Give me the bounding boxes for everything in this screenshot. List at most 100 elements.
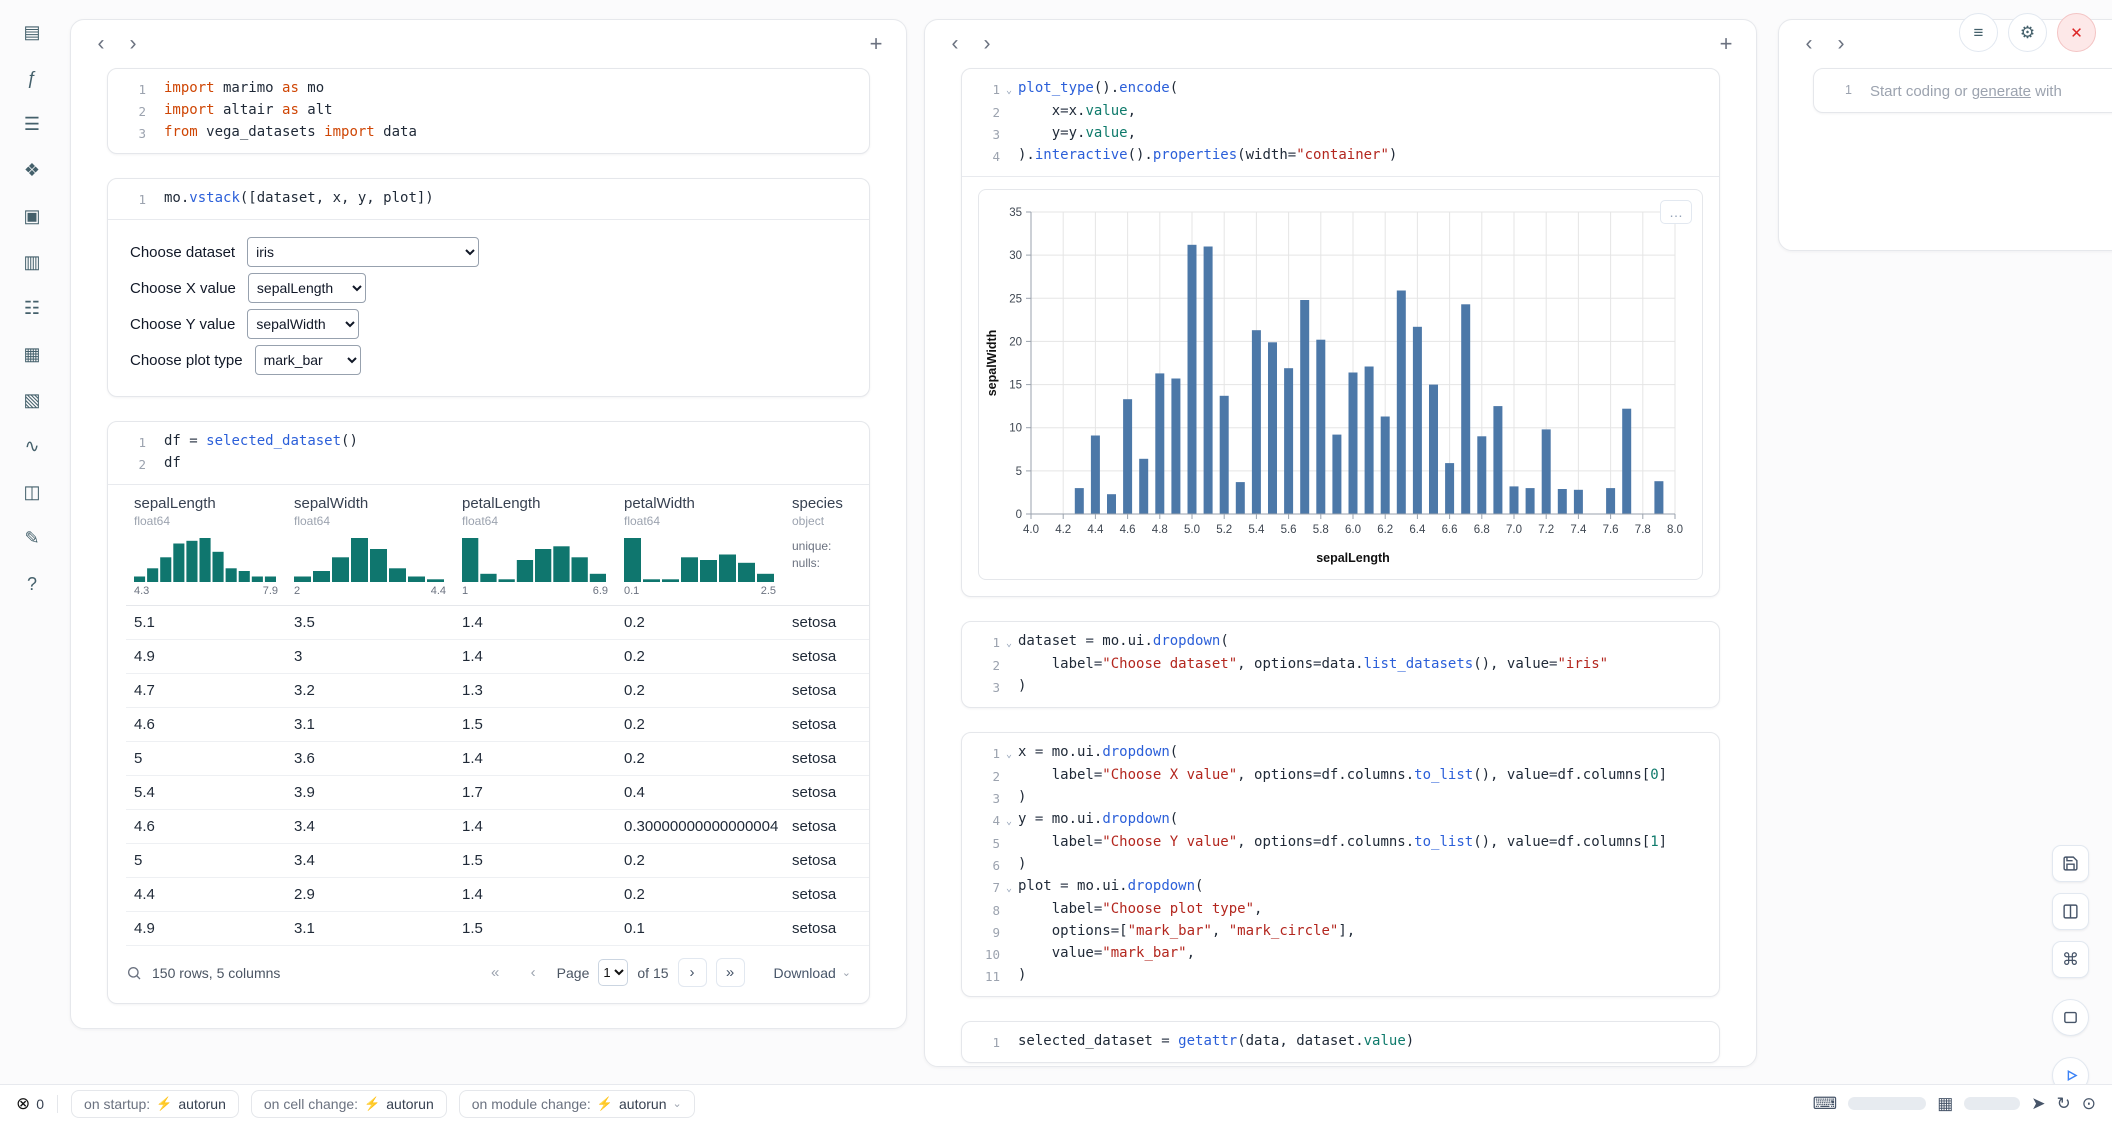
table-row[interactable]: 4.93.11.50.1setosa — [126, 912, 869, 946]
code-editor[interactable]: 1⌄dataset = mo.ui.dropdown(2 label="Choo… — [962, 622, 1719, 707]
help-icon[interactable]: ? — [16, 568, 48, 600]
column-next-button[interactable]: › — [1827, 30, 1855, 58]
table-cell: 5.4 — [126, 784, 286, 801]
column-next-button[interactable]: › — [119, 30, 147, 58]
command-icon: ⌘ — [2062, 950, 2079, 970]
chart-options-button[interactable]: … — [1660, 200, 1692, 224]
svg-text:4.6: 4.6 — [1120, 524, 1136, 536]
column-prev-button[interactable]: ‹ — [941, 30, 969, 58]
column-histogram[interactable] — [134, 538, 278, 582]
scratchpad-icon[interactable]: ✎ — [16, 522, 48, 554]
column-header-petalLength[interactable]: petalLengthfloat6416.9 — [454, 495, 616, 597]
table-row[interactable]: 4.931.40.2setosa — [126, 640, 869, 674]
download-button[interactable]: Download ⌄ — [774, 965, 851, 981]
column-next-button[interactable]: › — [973, 30, 1001, 58]
column-dtype: object — [792, 514, 869, 528]
tracing-icon[interactable]: ∿ — [16, 430, 48, 462]
last-page-button[interactable]: » — [716, 958, 745, 987]
dependency-graph-icon[interactable]: ❖ — [16, 154, 48, 186]
svg-text:35: 35 — [1009, 207, 1022, 219]
code-editor[interactable]: 1mo.vstack([dataset, x, y, plot]) — [108, 179, 869, 219]
svg-text:4.0: 4.0 — [1023, 524, 1039, 536]
packages-icon[interactable]: ▣ — [16, 200, 48, 232]
code-editor[interactable]: 1⌄x = mo.ui.dropdown(2 label="Choose X v… — [962, 733, 1719, 996]
memory-icon[interactable]: ▦ — [1937, 1094, 1953, 1114]
code-editor[interactable]: 1selected_dataset = getattr(data, datase… — [962, 1022, 1719, 1062]
add-cell-button[interactable]: + — [862, 30, 890, 58]
table-row[interactable]: 53.41.50.2setosa — [126, 844, 869, 878]
bar-chart[interactable]: 4.04.24.44.64.85.05.25.45.65.86.06.26.46… — [983, 198, 1698, 575]
variables-icon[interactable]: ƒ — [16, 62, 48, 94]
runtime-config-chip[interactable]: on startup:⚡autorun — [71, 1090, 239, 1118]
table-row[interactable]: 5.43.91.70.4setosa — [126, 776, 869, 810]
panel-layout-button[interactable] — [2052, 893, 2089, 930]
fold-toggle-icon[interactable]: ⌄ — [1000, 78, 1018, 101]
fold-toggle-icon[interactable]: ⌄ — [1000, 631, 1018, 654]
fold-toggle-icon[interactable]: ⌄ — [1000, 809, 1018, 832]
pointer-icon[interactable]: ➤ — [2031, 1094, 2045, 1114]
error-counter[interactable]: ⊗ 0 — [16, 1094, 44, 1114]
column-histogram[interactable] — [294, 538, 446, 582]
column-header-sepalWidth[interactable]: sepalWidthfloat6424.4 — [286, 495, 454, 597]
column-histogram[interactable] — [624, 538, 776, 582]
cpu-meter[interactable] — [1848, 1097, 1926, 1110]
column-histogram[interactable] — [462, 538, 608, 582]
keyboard-shortcuts-button[interactable]: ⌘ — [2052, 941, 2089, 978]
table-row[interactable]: 4.63.41.40.30000000000000004setosa — [126, 810, 869, 844]
power-icon[interactable]: ⊙ — [2082, 1094, 2096, 1114]
dataset-select[interactable]: iris — [247, 237, 479, 267]
outline-icon[interactable]: ☷ — [16, 292, 48, 324]
page-select[interactable]: 1 — [598, 959, 628, 986]
menu-button[interactable]: ≡ — [1959, 13, 1998, 52]
table-cell: 0.2 — [616, 682, 784, 699]
memory-meter[interactable] — [1964, 1097, 2020, 1110]
keyboard-icon[interactable]: ⌨ — [1813, 1094, 1838, 1114]
table-row[interactable]: 4.42.91.40.2setosa — [126, 878, 869, 912]
column-header-species[interactable]: speciesobjectunique:nulls: — [784, 495, 869, 597]
svg-text:7.8: 7.8 — [1635, 524, 1651, 536]
fold-toggle-icon[interactable]: ⌄ — [1000, 742, 1018, 765]
plot-type-select[interactable]: mark_bar — [255, 345, 361, 375]
table-row[interactable]: 53.61.40.2setosa — [126, 742, 869, 776]
column-name: sepalLength — [134, 495, 278, 512]
datasources-icon[interactable]: ☰ — [16, 108, 48, 140]
column-header-petalWidth[interactable]: petalWidthfloat640.12.5 — [616, 495, 784, 597]
table-cell: 1.7 — [454, 784, 616, 801]
close-button[interactable]: ✕ — [2057, 13, 2096, 52]
generate-with-ai-link[interactable]: generate — [1972, 83, 2031, 100]
table-row[interactable]: 4.73.21.30.2setosa — [126, 674, 869, 708]
first-page-button[interactable]: « — [481, 958, 510, 987]
table-row[interactable]: 5.13.51.40.2setosa — [126, 606, 869, 640]
table-cell: 4.9 — [126, 920, 286, 937]
column-prev-button[interactable]: ‹ — [1795, 30, 1823, 58]
file-explorer-icon[interactable]: ▤ — [16, 16, 48, 48]
table-row[interactable]: 4.63.11.50.2setosa — [126, 708, 869, 742]
logs-icon[interactable]: ▦ — [16, 338, 48, 370]
add-cell-button[interactable]: + — [1712, 30, 1740, 58]
column-header-sepalLength[interactable]: sepalLengthfloat644.37.9 — [126, 495, 286, 597]
refresh-icon[interactable]: ↻ — [2057, 1094, 2071, 1114]
chat-icon[interactable]: ◫ — [16, 476, 48, 508]
empty-code-editor[interactable]: 1 Start coding or generate with — [1814, 69, 2112, 112]
fold-toggle-icon[interactable]: ⌄ — [1000, 876, 1018, 899]
line-number: 3 — [120, 122, 146, 144]
code-editor[interactable]: 1⌄plot_type().encode(2 x=x.value,3 y=y.v… — [962, 69, 1719, 176]
save-button[interactable] — [2052, 845, 2089, 882]
prev-page-button[interactable]: ‹ — [519, 958, 548, 987]
documentation-icon[interactable]: ▥ — [16, 246, 48, 278]
code-text: plot_type().encode( — [1018, 78, 1178, 101]
column-histogram — [134, 538, 276, 582]
runtime-config-chip[interactable]: on cell change:⚡autorun — [251, 1090, 447, 1118]
snippets-icon[interactable]: ▧ — [16, 384, 48, 416]
x-value-select[interactable]: sepalLength — [248, 273, 366, 303]
search-icon[interactable] — [126, 965, 142, 981]
console-button[interactable] — [2052, 999, 2089, 1036]
code-editor[interactable]: 1df = selected_dataset()2df — [108, 422, 869, 484]
settings-button[interactable]: ⚙ — [2008, 13, 2047, 52]
column-prev-button[interactable]: ‹ — [87, 30, 115, 58]
y-value-select[interactable]: sepalWidth — [247, 309, 359, 339]
code-editor[interactable]: 1import marimo as mo2import altair as al… — [108, 69, 869, 153]
fold-spacer — [146, 188, 164, 210]
runtime-config-chip[interactable]: on module change:⚡autorun⌄ — [459, 1090, 695, 1118]
next-page-button[interactable]: › — [678, 958, 707, 987]
